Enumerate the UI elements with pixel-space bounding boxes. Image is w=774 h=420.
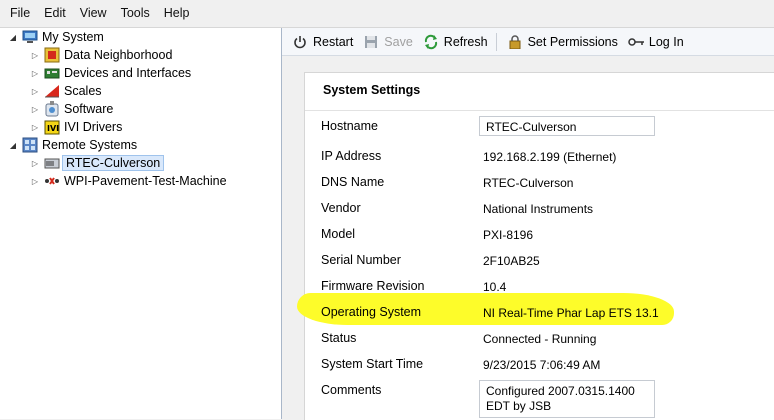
vendor-label: Vendor [321, 201, 361, 215]
scales-icon [44, 83, 60, 99]
save-button[interactable]: Save [363, 34, 413, 50]
tree-node-software[interactable]: ▷ Software [30, 100, 113, 118]
log-in-button[interactable]: Log In [628, 34, 684, 50]
rt-target-icon [44, 155, 60, 171]
status-label: Status [321, 331, 357, 345]
hostname-field[interactable]: RTEC-Culverson [479, 116, 655, 136]
expand-icon[interactable]: ▷ [30, 177, 40, 186]
model-value: PXI-8196 [483, 228, 534, 242]
tree-node-my-system[interactable]: ◢ My System [8, 28, 104, 46]
expand-icon[interactable]: ▷ [30, 87, 40, 96]
tree-label: Software [64, 102, 114, 116]
serial-number-label: Serial Number [321, 253, 401, 267]
tree-node-ivi-drivers[interactable]: ▷ IVI IVI Drivers [30, 118, 122, 136]
tree-label: Devices and Interfaces [64, 66, 192, 80]
devices-icon [44, 65, 60, 81]
collapse-icon[interactable]: ◢ [8, 33, 18, 42]
ivi-drivers-icon: IVI [44, 119, 60, 135]
menu-edit[interactable]: Edit [37, 0, 73, 27]
tree-label: Scales [64, 84, 102, 98]
expand-icon[interactable]: ▷ [30, 123, 40, 132]
toolbar: Restart Save Refresh Set Permissions Log… [282, 28, 774, 56]
key-icon [628, 34, 644, 50]
system-start-time-label: System Start Time [321, 357, 424, 371]
status-value: Connected - Running [483, 332, 597, 346]
set-permissions-button[interactable]: Set Permissions [507, 34, 618, 50]
refresh-icon [423, 34, 439, 50]
comments-label: Comments [321, 383, 382, 397]
vendor-value: National Instruments [483, 202, 594, 216]
tree-node-remote-systems[interactable]: ◢ Remote Systems [8, 136, 137, 154]
ip-address-label: IP Address [321, 149, 382, 163]
tree-label: Remote Systems [42, 138, 138, 152]
comments-field[interactable]: Configured 2007.0315.1400 EDT by JSB [479, 380, 655, 418]
hostname-label: Hostname [321, 119, 378, 133]
tree-node-data-neighborhood[interactable]: ▷ Data Neighborhood [30, 46, 172, 64]
panel-title: System Settings [323, 83, 421, 97]
tree-label: My System [42, 30, 104, 44]
tree-label: RTEC-Culverson [62, 155, 165, 171]
expand-icon[interactable]: ▷ [30, 105, 40, 114]
power-icon [292, 34, 308, 50]
divider [305, 110, 774, 111]
restart-button[interactable]: Restart [292, 34, 353, 50]
expand-icon[interactable]: ▷ [30, 69, 40, 78]
content-area: System Settings Hostname RTEC-Culverson … [282, 56, 774, 420]
expand-icon[interactable]: ▷ [30, 159, 40, 168]
save-icon [363, 34, 379, 50]
operating-system-label: Operating System [321, 305, 422, 319]
tree-label: WPI-Pavement-Test-Machine [64, 174, 227, 188]
menu-bar: File Edit View Tools Help [0, 0, 774, 28]
system-settings-panel: System Settings Hostname RTEC-Culverson … [297, 72, 774, 420]
data-neighborhood-icon [44, 47, 60, 63]
operating-system-value: NI Real-Time Phar Lap ETS 13.1 [483, 306, 659, 320]
tree-label: Data Neighborhood [64, 48, 173, 62]
disconnected-target-icon [44, 173, 60, 189]
lock-icon [507, 34, 523, 50]
serial-number-value: 2F10AB25 [483, 254, 540, 268]
menu-view[interactable]: View [73, 0, 114, 27]
menu-file[interactable]: File [0, 0, 37, 27]
toolbar-separator [495, 32, 497, 51]
system-start-time-value: 9/23/2015 7:06:49 AM [483, 358, 601, 372]
expand-icon[interactable]: ▷ [30, 51, 40, 60]
collapse-icon[interactable]: ◢ [8, 141, 18, 150]
software-icon [44, 101, 60, 117]
refresh-button[interactable]: Refresh [423, 34, 488, 50]
tree-node-devices-and-interfaces[interactable]: ▷ Devices and Interfaces [30, 64, 191, 82]
tree-node-scales[interactable]: ▷ Scales [30, 82, 102, 100]
model-label: Model [321, 227, 356, 241]
dns-name-label: DNS Name [321, 175, 385, 189]
network-icon [22, 137, 38, 153]
tree-node-wpi-pavement-test-machine[interactable]: ▷ WPI-Pavement-Test-Machine [30, 172, 227, 190]
tree-node-rtec-culverson[interactable]: ▷ RTEC-Culverson [30, 154, 165, 172]
firmware-revision-value: 10.4 [483, 280, 507, 294]
dns-name-value: RTEC-Culverson [483, 176, 574, 190]
tree-label: IVI Drivers [64, 120, 123, 134]
menu-help[interactable]: Help [157, 0, 197, 27]
configuration-tree: ◢ My System ▷ Data Neighborhood ▷ Device… [0, 28, 282, 419]
menu-tools[interactable]: Tools [114, 0, 157, 27]
firmware-revision-label: Firmware Revision [321, 279, 425, 293]
ip-address-value: 192.168.2.199 (Ethernet) [483, 150, 617, 164]
svg-text:IVI: IVI [47, 124, 59, 133]
computer-icon [22, 29, 38, 45]
